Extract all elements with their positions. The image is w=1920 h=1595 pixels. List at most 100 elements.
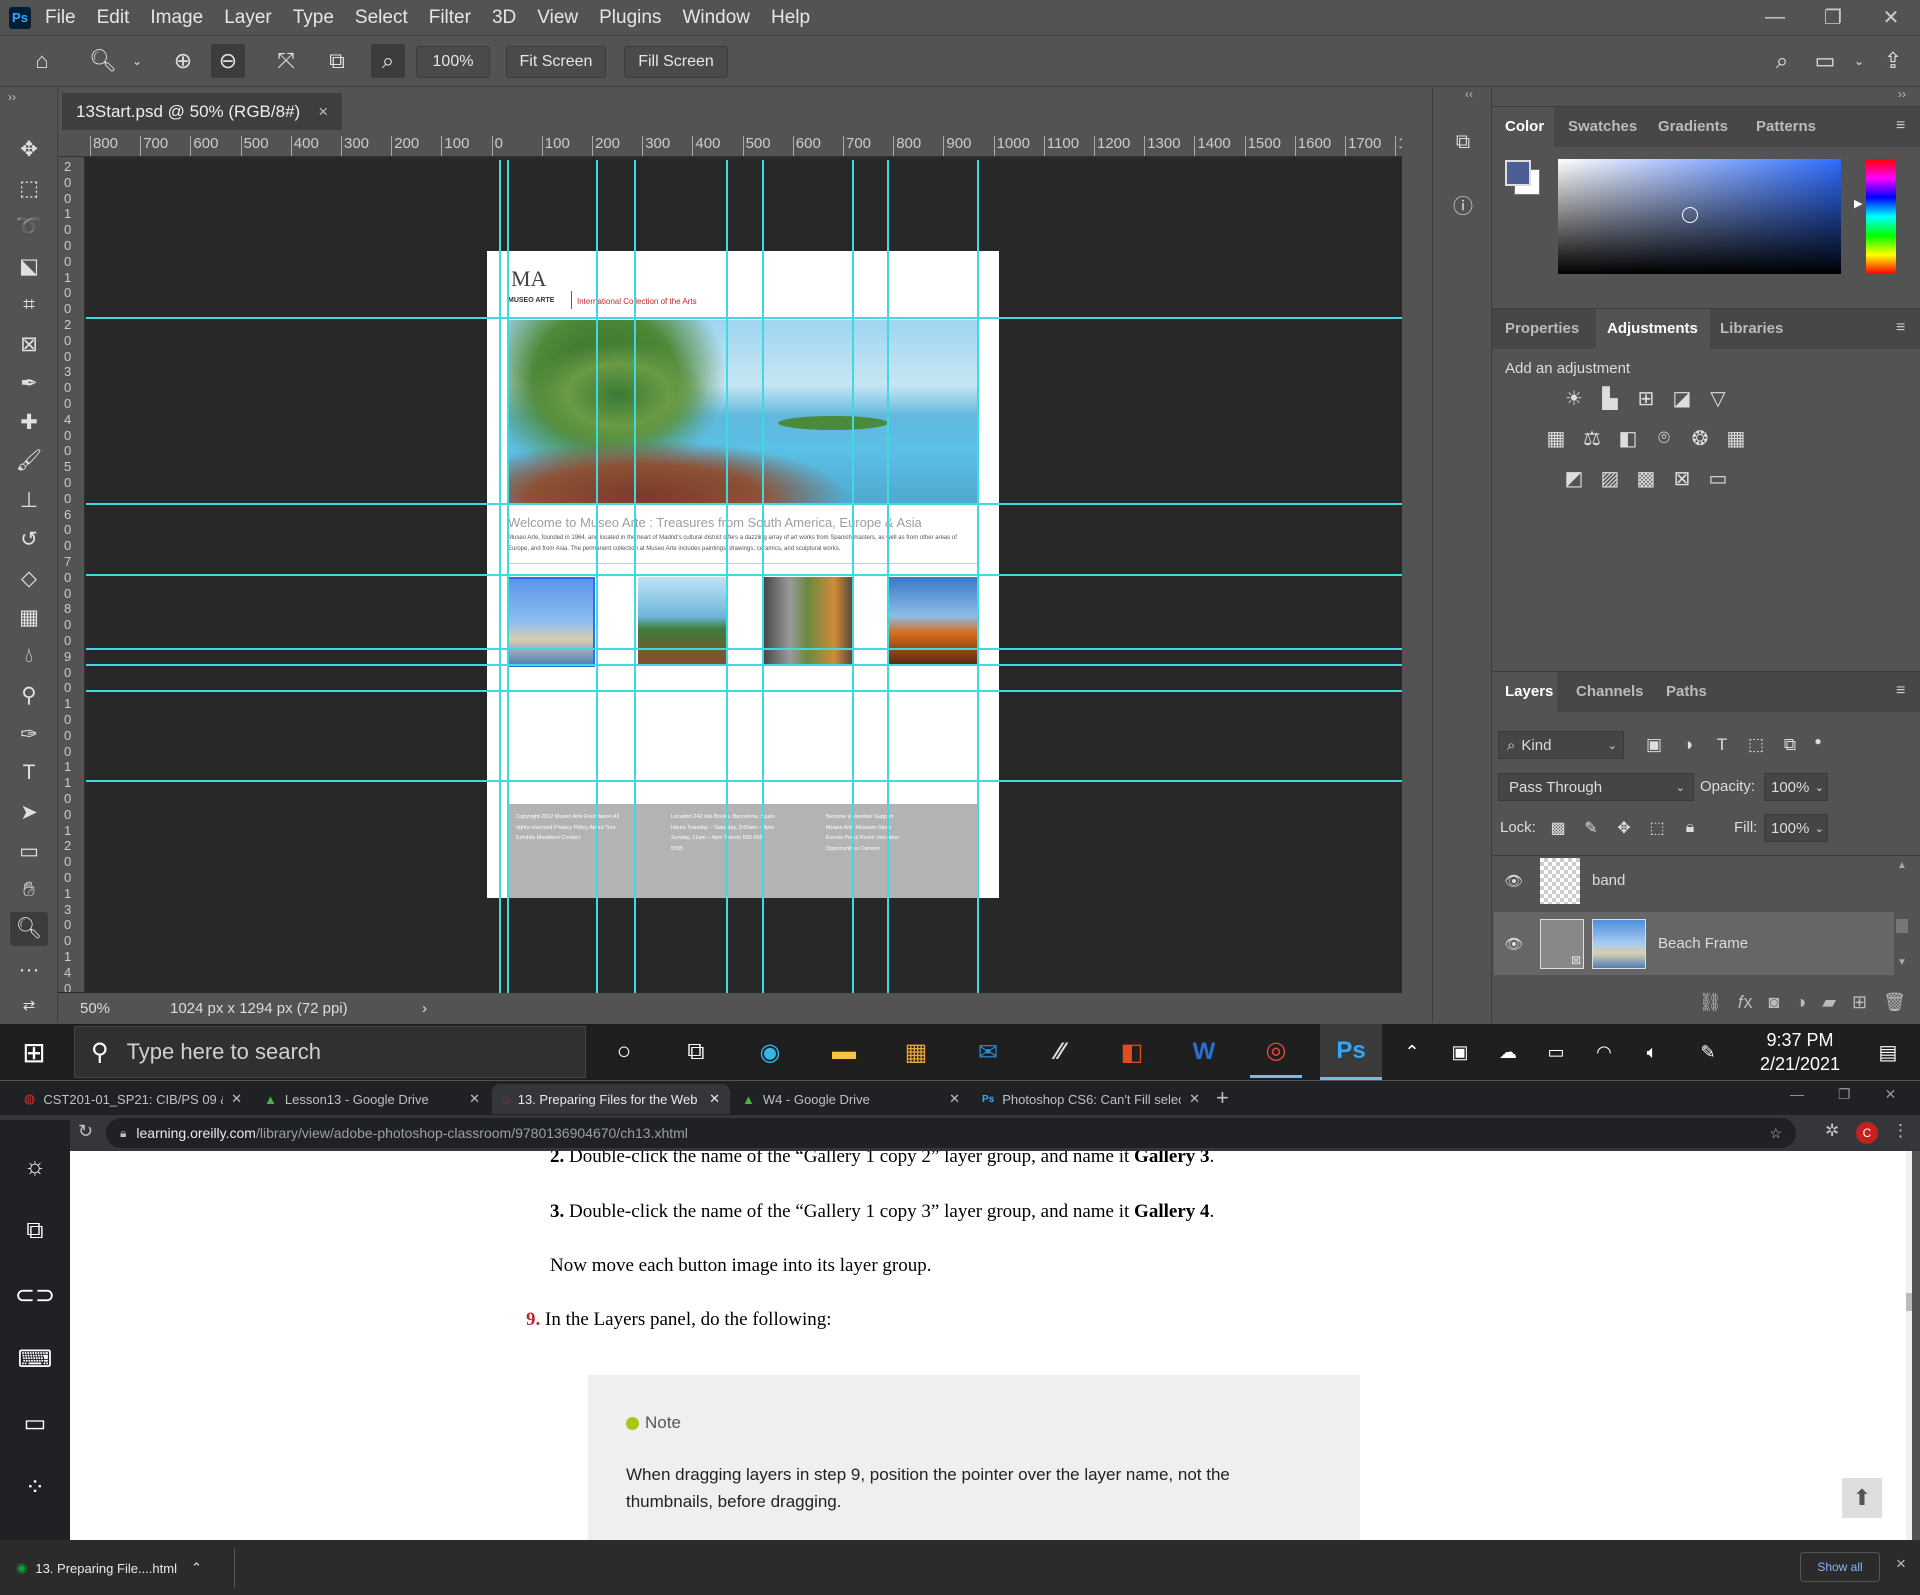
guide-vertical[interactable] [499, 160, 501, 993]
profile-avatar[interactable]: C [1856, 1122, 1878, 1144]
chrome-tab[interactable]: ▲ W4 - Google Drive ✕ [732, 1084, 970, 1114]
chrome-tab-active[interactable]: ◌ 13. Preparing Files for the Web - ✕ [492, 1084, 730, 1114]
show-all-button[interactable]: Show all [1800, 1552, 1880, 1582]
selective-color-icon[interactable]: ⊠ [1668, 465, 1696, 491]
visibility-eye-icon[interactable]: 👁︎ [1494, 872, 1534, 890]
office-icon[interactable]: ◧ [1106, 1026, 1158, 1078]
new-adjustment-layer-icon[interactable]: ◑ [1795, 992, 1806, 1013]
zoom-all-windows-icon[interactable]: ⧉ [320, 44, 354, 78]
guide-horizontal[interactable] [86, 690, 1402, 692]
tab-layers[interactable]: Layers [1505, 683, 1553, 700]
gallery-thumb-1[interactable] [507, 577, 595, 667]
document-tab[interactable]: 13Start.psd @ 50% (RGB/8#) × [62, 93, 343, 130]
restore-icon[interactable]: ❐ [1838, 1086, 1851, 1103]
menu-edit[interactable]: Edit [97, 7, 130, 29]
filter-adjustment-icon[interactable]: ◑ [1674, 732, 1702, 758]
new-group-icon[interactable]: ▰ [1822, 992, 1836, 1013]
menu-view[interactable]: View [537, 7, 578, 29]
tab-paths[interactable]: Paths [1666, 683, 1707, 700]
channel-mixer-icon[interactable]: ❂ [1686, 425, 1714, 451]
screenshot-icon[interactable]: ⧉ [12, 1208, 58, 1254]
menu-layer[interactable]: Layer [224, 7, 272, 29]
edge-icon[interactable]: ◉ [744, 1026, 796, 1078]
hue-slider[interactable] [1866, 159, 1896, 274]
lock-position-icon[interactable]: ✥ [1610, 815, 1638, 841]
levels-icon[interactable]: ▙ [1596, 385, 1624, 411]
tab-adjustments[interactable]: Adjustments [1607, 320, 1698, 337]
layers-scrollbar[interactable]: ▲ ▼ [1894, 860, 1910, 970]
download-item[interactable]: ◉ 13. Preparing File....html ⌃ [16, 1554, 236, 1582]
zoom-out-icon[interactable]: ⊖ [211, 44, 245, 78]
color-lookup-icon[interactable]: ▦ [1722, 425, 1750, 451]
photo-filter-icon[interactable]: ⌾ [1650, 425, 1678, 451]
marquee-tool-icon[interactable]: ⬚ [10, 171, 48, 205]
chrome-tab[interactable]: Ps Photoshop CS6: Can't Fill selectio ✕ [972, 1084, 1210, 1114]
color-balance-icon[interactable]: ⚖ [1578, 425, 1606, 451]
hue-saturation-icon[interactable]: ▦ [1542, 425, 1570, 451]
lock-image-icon[interactable]: ✎ [1577, 815, 1605, 841]
opacity-input[interactable]: 100% ⌄ [1764, 773, 1828, 801]
chevron-down-icon[interactable]: ⌄ [120, 44, 154, 78]
layer-name[interactable]: band [1592, 872, 1625, 889]
vibrance-icon[interactable]: ▽ [1704, 385, 1732, 411]
menu-filter[interactable]: Filter [429, 7, 471, 29]
guide-horizontal[interactable] [86, 664, 1402, 666]
brightness-contrast-icon[interactable]: ☀ [1560, 385, 1588, 411]
pen-workspace-icon[interactable]: ✎ [1688, 1026, 1728, 1078]
layer-thumbnail[interactable] [1540, 857, 1580, 904]
restore-icon[interactable]: ❐ [1804, 0, 1862, 35]
gallery-thumb-4[interactable] [888, 577, 977, 664]
onedrive-icon[interactable]: ☁ [1488, 1026, 1528, 1078]
tab-properties[interactable]: Properties [1505, 320, 1579, 337]
menu-3d[interactable]: 3D [492, 7, 516, 29]
menu-help[interactable]: Help [771, 7, 810, 29]
eyedropper-tool-icon[interactable]: ✒ [10, 366, 48, 400]
lasso-tool-icon[interactable]: ➰ [10, 210, 48, 244]
layer-filter-kind[interactable]: ⌕ Kind ⌄ [1498, 731, 1624, 759]
chrome-tab[interactable]: ▲ Lesson13 - Google Drive ✕ [254, 1084, 490, 1114]
minimize-icon[interactable]: — [1746, 0, 1804, 35]
lock-transparent-icon[interactable]: ▩ [1544, 815, 1572, 841]
zoom-100-button[interactable]: 100% [416, 46, 490, 78]
eraser-tool-icon[interactable]: ◇ [10, 561, 48, 595]
layer-row-selected[interactable]: 👁︎ ⊠ Beach Frame [1494, 912, 1894, 975]
home-icon[interactable]: ⌂ [25, 44, 59, 78]
filter-toggle-icon[interactable]: ● [1804, 728, 1832, 754]
file-explorer-icon[interactable]: ▬ [818, 1026, 870, 1078]
clone-stamp-tool-icon[interactable]: ⊥ [10, 483, 48, 517]
address-bar[interactable]: 🔒︎ learning.oreilly.com /library/view/ad… [106, 1118, 1796, 1148]
page-scrollbar[interactable] [1906, 1151, 1912, 1540]
history-panel-icon[interactable]: ⧉ [1447, 126, 1479, 158]
fill-screen-button[interactable]: Fill Screen [624, 46, 728, 78]
minimize-icon[interactable]: — [1790, 1086, 1804, 1103]
guide-horizontal[interactable] [86, 574, 1402, 576]
extensions-icon[interactable]: ✲ [1825, 1121, 1839, 1141]
guide-vertical[interactable] [507, 160, 509, 993]
path-selection-tool-icon[interactable]: ➤ [10, 795, 48, 829]
brush-tool-icon[interactable]: 🖌︎ [10, 444, 48, 478]
hue-slider-handle-icon[interactable]: ▶ [1854, 197, 1862, 210]
zoom-level[interactable]: 50% [80, 1000, 170, 1017]
gallery-thumb-3[interactable] [763, 577, 852, 664]
guide-horizontal[interactable] [86, 317, 1402, 319]
color-field[interactable] [1558, 159, 1841, 274]
exposure-icon[interactable]: ◪ [1668, 385, 1696, 411]
tab-patterns[interactable]: Patterns [1756, 118, 1816, 135]
delete-layer-icon[interactable]: 🗑︎ [1883, 992, 1906, 1013]
guide-horizontal[interactable] [86, 503, 1402, 505]
workspace-dropdown-icon[interactable]: ⌄ [1842, 44, 1876, 78]
filter-type-icon[interactable]: T [1708, 732, 1736, 758]
link-layers-icon[interactable]: ⛓︎ [1699, 992, 1722, 1013]
visibility-eye-icon[interactable]: 👁︎ [1494, 935, 1534, 953]
add-mask-icon[interactable]: ◙ [1768, 992, 1779, 1013]
keyboard-icon[interactable]: ⌨ [12, 1336, 58, 1382]
gradient-tool-icon[interactable]: ▦ [10, 600, 48, 634]
layer-row[interactable]: 👁︎ band [1494, 849, 1896, 912]
filter-shape-icon[interactable]: ⬚ [1742, 732, 1770, 758]
menu-image[interactable]: Image [150, 7, 203, 29]
tab-gradients[interactable]: Gradients [1658, 118, 1728, 135]
laptop-icon[interactable]: ▭ [12, 1400, 58, 1446]
bookmark-star-icon[interactable]: ☆ [1769, 1125, 1782, 1142]
word-icon[interactable]: W [1178, 1026, 1230, 1078]
panel-menu-icon[interactable]: ≡ [1896, 117, 1905, 135]
